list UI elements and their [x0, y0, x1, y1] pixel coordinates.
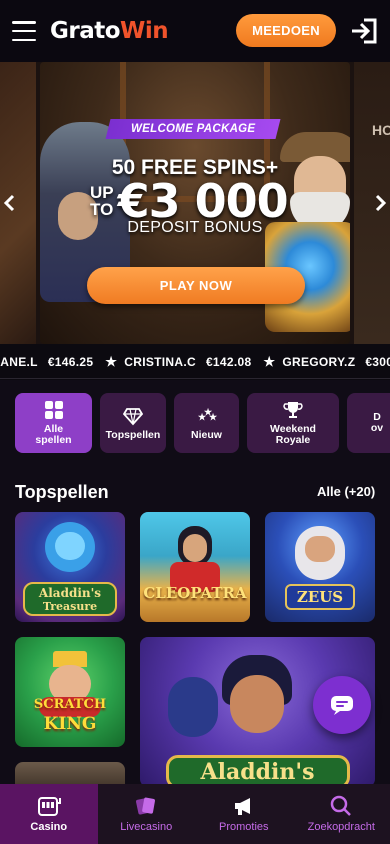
- category-bar: Alle spellen Topspellen ★ ★ ★ Nieuw Weeken…: [15, 393, 390, 453]
- chat-icon: [331, 696, 353, 715]
- section-title: Topspellen: [15, 482, 109, 502]
- winner-name: GREGORY.Z: [282, 355, 356, 369]
- bottom-navigation: Casino Livecasino Promoties Zoekopdracht: [0, 784, 390, 844]
- diamond-icon: [123, 407, 143, 425]
- winner-amount: €300: [365, 355, 390, 369]
- ticker-item: ★ CRISTINA.C €142.08: [105, 354, 251, 370]
- slot-machine-icon: [37, 797, 61, 816]
- search-icon: [331, 795, 352, 816]
- ticker-item: XANE.L €146.25: [0, 354, 93, 370]
- logo[interactable]: GratoWin: [50, 18, 169, 44]
- category-top-games[interactable]: Topspellen: [100, 393, 166, 453]
- game-tile-zeus[interactable]: ZEUS: [265, 512, 375, 622]
- nav-label: Livecasino: [120, 821, 173, 833]
- category-weekend-royale[interactable]: Weekend Royale: [247, 393, 339, 453]
- welcome-package-slide[interactable]: WELCOME PACKAGE 50 FREE SPINS+ UP TO €3 …: [40, 62, 350, 344]
- game-subtitle: Treasure: [42, 600, 98, 613]
- megaphone-icon: [234, 798, 250, 815]
- game-subtitle: KING: [43, 714, 97, 734]
- cards-icon: [136, 797, 156, 815]
- chip-label: Nieuw: [191, 428, 222, 441]
- grid-icon: [44, 401, 63, 419]
- winner-amount: €142.08: [205, 355, 252, 369]
- star-icon: ★: [105, 354, 118, 369]
- winner-name: CRISTINA.C: [124, 355, 196, 369]
- trophy-icon: [283, 402, 303, 418]
- ribbon-text: WELCOME PACKAGE: [130, 123, 256, 135]
- join-button[interactable]: MEEDOEN: [236, 14, 336, 47]
- winners-ticker: XANE.L €146.25 ★ CRISTINA.C €142.08 ★ GR…: [0, 344, 390, 380]
- game-title: ZEUS: [296, 588, 344, 606]
- app-root: GratoWin MEEDOEN HO WELCOME PACKAGE 50 F…: [0, 0, 390, 844]
- game-tile-scratch-king[interactable]: SCRATCH KING: [15, 637, 125, 747]
- chip-label-2: ov: [370, 422, 384, 434]
- nav-casino[interactable]: Casino: [0, 784, 98, 844]
- nav-label: Promoties: [218, 821, 269, 833]
- divider: [0, 378, 390, 379]
- winner-amount: €146.25: [47, 355, 94, 369]
- winner-name: XANE.L: [0, 355, 38, 369]
- nav-label: Casino: [30, 821, 68, 833]
- header: GratoWin MEEDOEN: [0, 0, 390, 62]
- stars-icon: ★★★: [198, 407, 217, 422]
- chat-button[interactable]: [313, 676, 371, 734]
- ticker-item: ★ GREGORY.Z €300: [263, 354, 390, 370]
- chip-label-2: Royale: [275, 434, 311, 446]
- welcome-package-ribbon: WELCOME PACKAGE: [105, 119, 281, 139]
- nav-livecasino[interactable]: Livecasino: [98, 784, 196, 844]
- nav-label: Zoekopdracht: [307, 821, 375, 833]
- promo-carousel[interactable]: HO WELCOME PACKAGE 50 FREE SPINS+ UP TO: [0, 62, 390, 344]
- star-icon: ★: [263, 354, 276, 369]
- logo-text-2: Win: [120, 18, 169, 44]
- game-tile-aladdins-treasure[interactable]: Aladdin's Treasure: [15, 512, 125, 622]
- nav-search[interactable]: Zoekopdracht: [293, 784, 390, 844]
- game-title: CLEOPATRA: [143, 584, 247, 602]
- chip-label: Topspellen: [105, 428, 161, 441]
- category-new[interactable]: ★ ★ ★ Nieuw: [174, 393, 239, 453]
- game-title: Aladdin's: [38, 586, 102, 600]
- logo-text-1: Grato: [50, 18, 121, 44]
- game-title: Aladdin's: [200, 759, 315, 785]
- category-more[interactable]: D ov: [347, 393, 390, 453]
- category-all-games[interactable]: Alle spellen: [15, 393, 92, 453]
- see-all-link[interactable]: Alle (+20): [317, 484, 375, 499]
- up-to-text: UP TO: [90, 183, 114, 219]
- deposit-bonus-text: DEPOSIT BONUS: [127, 219, 263, 236]
- game-tile-cleopatra[interactable]: CLEOPATRA: [140, 512, 250, 622]
- game-title: SCRATCH: [33, 697, 107, 712]
- login-icon[interactable]: [350, 18, 378, 44]
- chip-label-2: spellen: [35, 434, 72, 446]
- play-now-button[interactable]: PLAY NOW: [87, 267, 305, 304]
- svg-text:★: ★: [209, 412, 217, 422]
- nav-promotions[interactable]: Promoties: [195, 784, 293, 844]
- chevron-right-icon[interactable]: [370, 190, 390, 216]
- next-slide-text: HO: [372, 122, 390, 138]
- menu-icon[interactable]: [12, 21, 36, 41]
- chevron-left-icon[interactable]: [0, 190, 20, 216]
